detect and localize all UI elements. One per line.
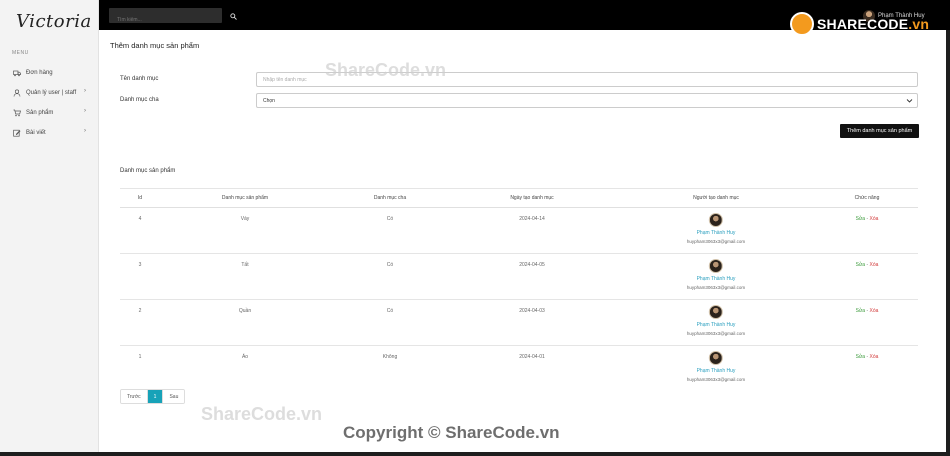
cell-creator: Phạm Thành Huy huypham3063x3@gmail.com [687,351,745,382]
delete-link[interactable]: Xóa [870,354,879,360]
sidebar-item-orders[interactable]: Đơn hàng [12,66,92,80]
category-name-label: Tên danh mục [120,76,159,82]
cell-parent: Có [386,216,394,222]
cart-icon [12,108,22,118]
creator-name-link[interactable]: Phạm Thành Huy [697,230,736,236]
table-row: 3 Tất Có 2024-04-05 Phạm Thành Huy huyph… [120,254,918,300]
parent-category-label: Danh mục cha [120,97,159,103]
cell-created: 2024-04-01 [519,354,545,360]
sidebar-item-label: Bài viết [26,130,46,136]
cell-name: Quần [238,308,252,314]
avatar [708,259,723,273]
cell-actions: Sửa - Xóa [856,216,879,222]
watermark-center: ShareCode.vn [325,60,447,80]
column-header: Danh mục cha [373,195,407,201]
creator-email: huypham3063x3@gmail.com [686,331,746,336]
sharecode-logo-icon [790,12,814,36]
cell-id: 3 [138,262,142,268]
main-content: Thêm danh mục sản phẩm Tên danh mục Danh… [99,30,946,452]
table-row: 1 Áo Không 2024-04-01 Phạm Thành Huy huy… [120,346,918,392]
next-page-button[interactable]: Sau [163,390,185,403]
creator-name-link[interactable]: Phạm Thành Huy [697,368,736,374]
creator-email: huypham3063x3@gmail.com [686,239,746,244]
pagination: Trước 1 Sau [120,389,186,404]
cell-id: 2 [138,308,142,314]
cell-created: 2024-04-14 [519,216,545,222]
search-input[interactable] [109,12,222,28]
page-title: Thêm danh mục sản phẩm [110,41,200,50]
column-header: Id [137,195,143,201]
creator-email: huypham3063x3@gmail.com [686,377,746,382]
table-header: Id Danh mục sản phẩm Danh mục cha Ngày t… [120,188,918,208]
cell-name: Váy [240,216,250,222]
search-button[interactable] [227,10,239,22]
edit-icon [12,128,22,138]
copyright-watermark: Copyright © ShareCode.vn [343,423,560,442]
delete-link[interactable]: Xóa [870,216,879,222]
cell-parent: Không [382,354,398,360]
chevron-right-icon: › [84,108,86,114]
sidebar-item-label: Đơn hàng [26,70,53,76]
sidebar-item-label: Sản phẩm [26,110,54,116]
add-category-button[interactable]: Thêm danh mục sản phẩm [840,124,919,138]
cell-id: 4 [138,216,142,222]
watermark-lower: ShareCode.vn [201,404,323,424]
app-logo[interactable]: Victoria [16,11,92,32]
column-header: Người tạo danh mục [693,195,739,201]
chevron-right-icon: › [84,88,86,94]
cell-parent: Có [386,308,394,314]
search-icon [229,12,237,20]
cell-creator: Phạm Thành Huy huypham3063x3@gmail.com [687,213,745,244]
sidebar-item-users[interactable]: Quản lý user | staff › [12,86,92,100]
category-table: Id Danh mục sản phẩm Danh mục cha Ngày t… [120,188,918,392]
table-row: 4 Váy Có 2024-04-14 Phạm Thành Huy huyph… [120,208,918,254]
delete-link[interactable]: Xóa [870,308,879,314]
creator-email: huypham3063x3@gmail.com [686,285,746,290]
sidebar-item-label: Quản lý user | staff [26,90,77,96]
page-button-current[interactable]: 1 [147,390,164,403]
cell-actions: Sửa - Xóa [856,354,879,360]
sharecode-logo: SHARECODE.vn [790,12,929,36]
truck-icon [12,68,22,78]
sidebar-item-posts[interactable]: Bài viết › [12,126,92,140]
cell-created: 2024-04-05 [519,262,545,268]
menu-heading: MENU [12,50,29,56]
cell-created: 2024-04-03 [519,308,545,314]
avatar [708,213,723,227]
column-header: Chức năng [854,195,880,201]
chevron-down-icon [906,99,913,103]
avatar [708,305,723,319]
cell-actions: Sửa - Xóa [856,308,879,314]
chevron-right-icon: › [84,128,86,134]
cell-creator: Phạm Thành Huy huypham3063x3@gmail.com [687,305,745,336]
cell-name: Tất [241,262,249,268]
prev-page-button[interactable]: Trước [121,390,148,403]
column-header: Ngày tạo danh mục [510,195,554,201]
cell-id: 1 [138,354,142,360]
sidebar: Victoria MENU Đơn hàng Quản lý user | st… [0,0,99,452]
sharecode-logo-text: SHARECODE.vn [817,16,930,32]
cell-parent: Có [386,262,394,268]
section-title: Danh mục sản phẩm [120,168,176,174]
column-header: Danh mục sản phẩm [221,195,269,201]
creator-name-link[interactable]: Phạm Thành Huy [697,322,736,328]
select-value: Chọn [263,97,275,104]
parent-category-select[interactable]: Chọn [256,93,918,108]
delete-link[interactable]: Xóa [870,262,879,268]
sidebar-item-products[interactable]: Sản phẩm › [12,106,92,120]
search-box [109,8,222,28]
cell-creator: Phạm Thành Huy huypham3063x3@gmail.com [687,259,745,290]
user-icon [12,88,22,98]
table-row: 2 Quần Có 2024-04-03 Phạm Thành Huy huyp… [120,300,918,346]
cell-actions: Sửa - Xóa [856,262,879,268]
avatar [708,351,723,365]
cell-name: Áo [241,354,249,360]
creator-name-link[interactable]: Phạm Thành Huy [697,276,736,282]
